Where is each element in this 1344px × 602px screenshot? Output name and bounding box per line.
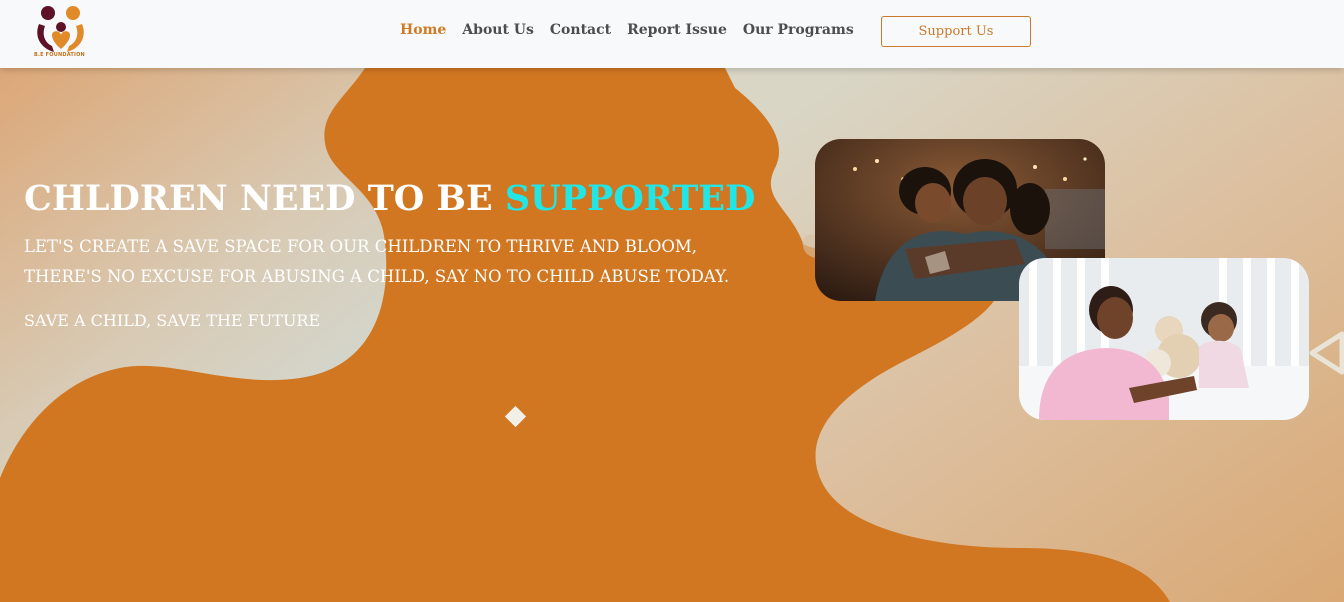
arrow-left-icon[interactable] <box>1306 330 1344 376</box>
main-nav: Home About Us Contact Report Issue Our P… <box>400 22 854 38</box>
hero-section: CHLDREN NEED TO BE SUPPORTED LET'S CREAT… <box>0 68 1344 602</box>
nav-report-issue[interactable]: Report Issue <box>627 22 727 38</box>
nav-home[interactable]: Home <box>400 22 446 38</box>
father-baby-photo <box>1019 258 1309 420</box>
site-header: B.E FOUNDATION Home About Us Contact Rep… <box>0 0 1344 68</box>
hero-title-main: CHLDREN NEED TO BE <box>24 178 505 219</box>
hero-subtitle-line1: LET'S CREATE A SAVE SPACE FOR OUR CHILDR… <box>24 237 698 256</box>
nav-about-us[interactable]: About Us <box>462 22 534 38</box>
logo-text: B.E FOUNDATION <box>34 52 85 58</box>
hero-subtitle-line2: THERE'S NO EXCUSE FOR ABUSING A CHILD, S… <box>24 267 730 286</box>
hero-tagline: SAVE A CHILD, SAVE THE FUTURE <box>24 311 321 330</box>
hero-subtitle: LET'S CREATE A SAVE SPACE FOR OUR CHILDR… <box>24 232 744 292</box>
support-us-button[interactable]: Support Us <box>881 16 1031 47</box>
nav-contact[interactable]: Contact <box>550 22 611 38</box>
hero-title: CHLDREN NEED TO BE SUPPORTED <box>24 178 755 219</box>
nav-our-programs[interactable]: Our Programs <box>743 22 854 38</box>
hero-title-accent: SUPPORTED <box>504 178 756 219</box>
